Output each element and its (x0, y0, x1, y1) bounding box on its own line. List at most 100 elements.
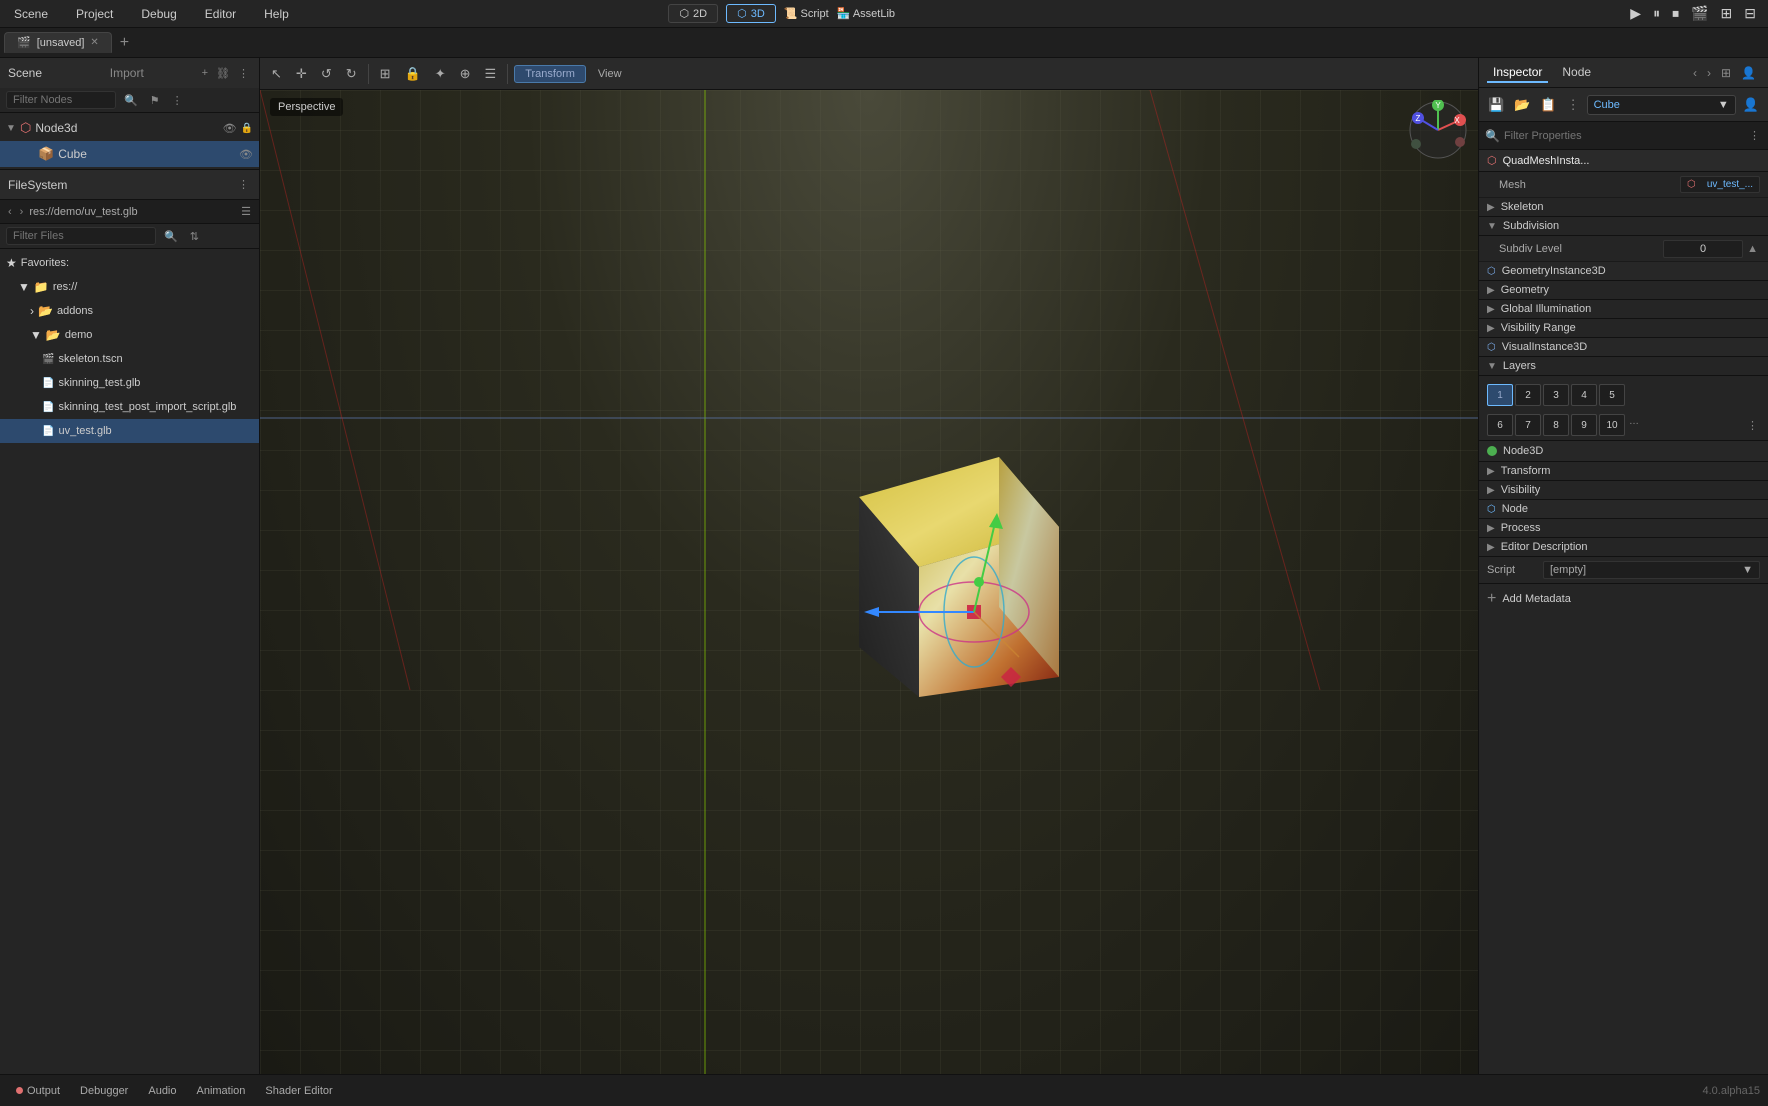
filter-properties-input[interactable] (1504, 130, 1743, 142)
transform-section[interactable]: ▶ Transform (1479, 462, 1768, 481)
fs-item-addons[interactable]: › 📂 addons (0, 299, 259, 323)
layer-btn-4[interactable]: 4 (1571, 384, 1597, 406)
inspector-tab[interactable]: Inspector (1487, 63, 1548, 83)
layer-btn-6[interactable]: 6 (1487, 414, 1513, 436)
scene-filter-input[interactable] (6, 91, 116, 109)
insp-save-btn[interactable]: 💾 (1485, 94, 1507, 116)
stop-button[interactable]: ⏹ (1668, 3, 1683, 24)
node3d-header[interactable]: Node3D (1479, 441, 1768, 462)
script-value[interactable]: [empty] ▼ (1543, 561, 1760, 579)
insp-forward-btn[interactable]: › (1703, 64, 1715, 82)
btn-3d[interactable]: ⬡ 3D (726, 4, 776, 23)
tree-item-node3d[interactable]: ▼ ⬡ Node3d 👁 🔒 (0, 115, 259, 141)
tree-item-cube[interactable]: ▶ 📦 Cube 👁 (0, 141, 259, 167)
scene-filter-flag[interactable]: ⚑ (146, 92, 164, 109)
shader-editor-tab[interactable]: Shader Editor (257, 1082, 340, 1100)
pause-button[interactable]: ⏸ (1649, 3, 1664, 24)
vp-rotate-tool[interactable]: ↺ (316, 63, 337, 85)
fs-filter-search[interactable]: 🔍 (160, 228, 182, 245)
vp-select-tool[interactable]: ↖ (266, 63, 287, 85)
insp-visibility-section[interactable]: ▶ Visibility (1479, 481, 1768, 500)
vp-snap-btn[interactable]: ⊞ (375, 63, 396, 85)
layers-more-options[interactable]: ⋮ (1745, 414, 1760, 436)
layer-btn-2[interactable]: 2 (1515, 384, 1541, 406)
node3d-vis-btn[interactable]: 👁 (223, 122, 237, 135)
vp-lock-btn[interactable]: 🔒 (400, 63, 426, 85)
fs-menu-btn[interactable]: ⋮ (236, 176, 251, 193)
btn-script[interactable]: 📜 Script (784, 7, 829, 20)
tab-close-btn[interactable]: ✕ (90, 37, 98, 48)
layer-btn-9[interactable]: 9 (1571, 414, 1597, 436)
debugger-tab[interactable]: Debugger (72, 1082, 136, 1100)
btn-assetlib[interactable]: 🏪 AssetLib (837, 7, 895, 20)
play-button[interactable]: ▶ (1626, 3, 1645, 24)
insp-folder-btn[interactable]: 📂 (1511, 94, 1533, 116)
scene-filter-search[interactable]: 🔍 (120, 92, 142, 109)
insp-person2-btn[interactable]: 👤 (1740, 94, 1762, 116)
fs-item-uvtest[interactable]: 📄 uv_test.glb (0, 419, 259, 443)
geometry-section[interactable]: ▶ Geometry (1479, 281, 1768, 300)
insp-history-open-btn[interactable]: 📋 (1537, 94, 1559, 116)
fs-item-skinning[interactable]: 📄 skinning_test.glb (0, 371, 259, 395)
vp-view-btn[interactable]: View (590, 66, 630, 82)
btn-2d[interactable]: ⬡ 2D (668, 4, 718, 23)
menu-help[interactable]: Help (258, 5, 295, 23)
layer-btn-5[interactable]: 5 (1599, 384, 1625, 406)
menu-editor[interactable]: Editor (199, 5, 242, 23)
menu-scene[interactable]: Scene (8, 5, 54, 23)
scene-menu-btn[interactable]: ⋮ (236, 65, 251, 82)
fs-item-res[interactable]: ▼ 📁 res:// (0, 275, 259, 299)
scene-add-btn[interactable]: + (200, 65, 210, 82)
vp-scale-tool[interactable]: ↻ (341, 63, 362, 85)
vp-transform-btn[interactable]: Transform (514, 65, 586, 83)
quad-mesh-header[interactable]: ⬡ QuadMeshInsta... (1479, 150, 1768, 172)
layer-btn-8[interactable]: 8 (1543, 414, 1569, 436)
add-metadata-btn[interactable]: + Add Metadata (1479, 584, 1768, 614)
filter-options-btn[interactable]: ⋮ (1747, 127, 1762, 144)
fs-filter-input[interactable] (6, 227, 156, 245)
viewport-canvas[interactable]: Perspective (260, 90, 1478, 1074)
node-subheader[interactable]: ⬡ Node (1479, 500, 1768, 519)
layer-btn-1[interactable]: 1 (1487, 384, 1513, 406)
subdivision-section[interactable]: ▼ Subdivision (1479, 217, 1768, 236)
insp-person-btn[interactable]: 👤 (1737, 64, 1760, 82)
scene-instance-btn[interactable]: ⛓ (214, 65, 232, 82)
orientation-gizmo[interactable]: X Y Z (1408, 100, 1468, 160)
visual-instance-header[interactable]: ⬡ VisualInstance3D (1479, 338, 1768, 357)
tab-add-btn[interactable]: + (114, 34, 135, 52)
global-illum-section[interactable]: ▶ Global Illumination (1479, 300, 1768, 319)
layer-btn-10[interactable]: 10 (1599, 414, 1625, 436)
menu-project[interactable]: Project (70, 5, 119, 23)
audio-tab[interactable]: Audio (140, 1082, 184, 1100)
output-tab[interactable]: Output (8, 1082, 68, 1100)
scene-toolbar-menu[interactable]: ⋮ (168, 92, 187, 109)
vp-local-btn[interactable]: ✦ (430, 63, 451, 85)
fs-item-skinning2[interactable]: 📄 skinning_test_post_import_script.glb (0, 395, 259, 419)
fs-back-btn[interactable]: ‹ (6, 204, 14, 220)
fs-item-demo[interactable]: ▼ 📂 demo (0, 323, 259, 347)
mesh-value[interactable]: ⬡ uv_test_... (1680, 176, 1760, 193)
movie-button[interactable]: 🎬 (1687, 3, 1712, 24)
layer-btn-3[interactable]: 3 (1543, 384, 1569, 406)
node-tab[interactable]: Node (1556, 63, 1597, 83)
vp-more-btn[interactable]: ☰ (480, 63, 502, 85)
cube-vis-btn[interactable]: 👁 (239, 148, 253, 161)
skeleton-section[interactable]: ▶ Skeleton (1479, 198, 1768, 217)
node-selector[interactable]: Cube ▼ (1587, 95, 1736, 115)
menu-debug[interactable]: Debug (135, 5, 182, 23)
subdiv-level-value[interactable]: 0 (1663, 240, 1743, 258)
visibility-range-section[interactable]: ▶ Visibility Range (1479, 319, 1768, 338)
vp-move-tool[interactable]: ✛ (291, 63, 312, 85)
fs-filter-sort[interactable]: ⇅ (186, 228, 203, 245)
editor-desc-section[interactable]: ▶ Editor Description (1479, 538, 1768, 557)
insp-back-btn[interactable]: ‹ (1689, 64, 1701, 82)
fs-view-btn[interactable]: ☰ (239, 203, 253, 220)
node3d-lock-btn[interactable]: 🔒 (241, 123, 253, 134)
layers-section-header[interactable]: ▼ Layers (1479, 357, 1768, 376)
insp-menu-btn[interactable]: ⋮ (1564, 94, 1583, 116)
animation-tab[interactable]: Animation (189, 1082, 254, 1100)
fs-favorites-header[interactable]: ★ Favorites: (0, 251, 259, 275)
layout-button[interactable]: ⊟ (1740, 3, 1760, 24)
subdiv-inc-btn[interactable]: ▲ (1745, 241, 1760, 257)
remote-button[interactable]: ⊞ (1717, 3, 1737, 24)
